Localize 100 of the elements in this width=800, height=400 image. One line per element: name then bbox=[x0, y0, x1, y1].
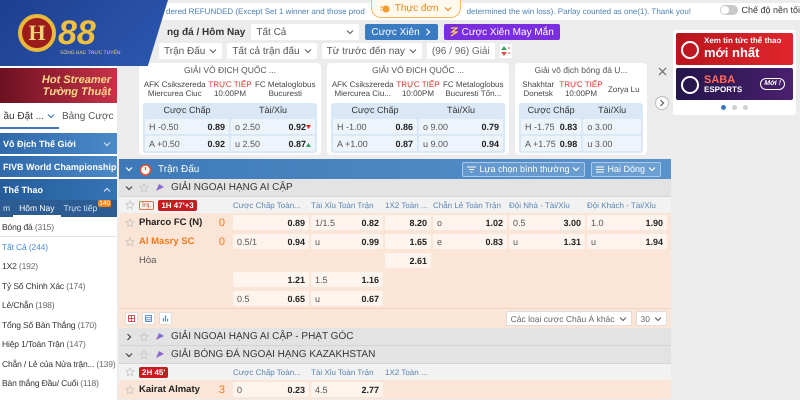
star-icon[interactable] bbox=[125, 367, 135, 377]
section-title: Trận Đấu bbox=[158, 164, 200, 174]
odds-button[interactable]: o 3.00 bbox=[583, 119, 641, 134]
chevron-down-icon bbox=[408, 47, 417, 55]
match-time: 10:00PM bbox=[564, 89, 597, 98]
filter-dropdown[interactable]: Tất cả trận đấu bbox=[227, 43, 317, 59]
odds-button[interactable]: H -0.50 0.89 bbox=[145, 119, 229, 134]
ball-icon bbox=[380, 4, 390, 14]
chevron-down-icon bbox=[444, 4, 452, 12]
parlay-button[interactable]: Cược Xiên bbox=[365, 24, 438, 40]
filter-dropdown[interactable]: Từ trước đến nay bbox=[322, 43, 422, 59]
odds-button[interactable]: u 1.94 bbox=[587, 234, 667, 249]
close-icon[interactable] bbox=[658, 67, 666, 76]
star-icon[interactable] bbox=[125, 236, 135, 246]
section-header[interactable]: Vô Địch Thế Giới bbox=[0, 133, 117, 154]
odds-button[interactable]: 8.20 bbox=[385, 215, 431, 230]
chevron-down-icon bbox=[648, 165, 656, 173]
odds-button[interactable]: o 9.00 0.79 bbox=[419, 119, 503, 134]
period-tab[interactable]: m bbox=[0, 200, 14, 217]
banner-text: ESPORTS bbox=[704, 86, 742, 94]
odds-button[interactable]: 0 0.23 bbox=[233, 382, 309, 397]
section-header[interactable]: FIVB World Championship bbox=[0, 156, 117, 177]
odds-button[interactable]: 1/1.5 0.82 bbox=[311, 215, 383, 230]
odds-button[interactable]: 2.61 bbox=[385, 253, 431, 268]
carousel-dot[interactable] bbox=[721, 105, 726, 110]
league-row[interactable]: GIẢI BÓNG ĐÁ NGOẠI HẠNG KAZAKHSTAN bbox=[119, 346, 671, 364]
section-header[interactable]: Thể Thao bbox=[0, 179, 117, 200]
league-name: GIẢI BÓNG ĐÁ NGOẠI HẠNG KAZAKHSTAN bbox=[171, 349, 376, 360]
star-icon[interactable] bbox=[125, 218, 135, 228]
score: 0 bbox=[218, 236, 225, 248]
logo-icon bbox=[681, 76, 699, 94]
star-icon[interactable] bbox=[139, 332, 149, 342]
odds-button[interactable]: u 2.50 0.87 bbox=[231, 136, 315, 151]
logo-number[interactable]: 88 bbox=[58, 16, 96, 50]
odds-button[interactable]: 0.89 bbox=[233, 215, 309, 230]
chevron-down-icon[interactable] bbox=[125, 184, 133, 192]
odds-button[interactable]: u 3.00 bbox=[583, 136, 641, 151]
star-icon[interactable] bbox=[139, 182, 149, 192]
odds-button[interactable]: 0.5 3.00 bbox=[509, 215, 585, 230]
odds-button[interactable]: 1.65 bbox=[385, 234, 431, 249]
column-header: 1X2 Toàn ... bbox=[385, 368, 429, 376]
next-button[interactable] bbox=[655, 96, 669, 110]
odds-button[interactable]: u 9.00 0.94 bbox=[419, 136, 503, 151]
sort-arrows-icon[interactable] bbox=[500, 44, 512, 58]
odds-button[interactable]: u 0.67 bbox=[311, 291, 383, 306]
odds-button[interactable]: A +1.00 0.87 bbox=[333, 136, 417, 151]
match-card[interactable]: GIẢI VÔ ĐỊCH QUỐC ... AFK Csikszereda Miercurea Ciuc TRỰC TIẾP 10:00PM FC Metaloglobus Bucuresti Cược Chấp Tài/Xỉu H -0.50 0.89 o 2.50 0.92 A +0.50 0.92 u 2.50 0.87 bbox=[139, 63, 321, 155]
column-header: Tài/Xỉu bbox=[446, 105, 476, 117]
odds-button[interactable]: u 0.99 bbox=[311, 234, 383, 249]
league-name: GIẢI NGOẠI HẠNG AI CẬP bbox=[171, 182, 293, 193]
odds-button[interactable]: 1.5 1.16 bbox=[311, 272, 383, 287]
toggle-switch[interactable] bbox=[720, 5, 738, 15]
lucky-parlay-button[interactable]: Cược Xiên May Mắn bbox=[444, 24, 560, 40]
odds-button[interactable]: 0.5 0.65 bbox=[233, 291, 309, 306]
match-card[interactable]: GIẢI VÔ ĐỊCH QUỐC ... AFK Csikszereda Miercurea Ciu... TRỰC TIẾP 10:00PM FC Metaloglobus Bucuresti Tốn... Cược Chấp Tài/Xỉu H -1.00 0.86 o 9.00 0.79 A +1.00 0.87 u 9.00 0.94 bbox=[327, 63, 509, 155]
filter-dropdown[interactable]: Trận Đấu bbox=[159, 43, 222, 59]
chevron-right-icon[interactable] bbox=[125, 332, 133, 340]
odds-button[interactable]: A +1.75 0.98 bbox=[521, 136, 582, 151]
grid-icon[interactable] bbox=[125, 312, 138, 325]
column-header: Cược Chấp bbox=[350, 105, 400, 117]
team-name: Shakhtar Donetsk bbox=[521, 80, 556, 98]
promo-banner[interactable]: Hot Streamer Tường Thuật bbox=[0, 68, 117, 103]
league-row[interactable]: GIẢI NGOẠI HẠNG AI CẬP bbox=[119, 179, 671, 197]
odds-button[interactable]: 0.5/1 0.94 bbox=[233, 234, 309, 249]
chevron-down-icon bbox=[304, 47, 312, 55]
carousel-dot[interactable] bbox=[732, 105, 737, 110]
market-select[interactable]: Các loại cược Châu Á khác bbox=[506, 311, 632, 326]
odds-button[interactable]: H -1.75 0.83 bbox=[521, 119, 582, 134]
chevron-down-icon[interactable] bbox=[125, 350, 133, 358]
list-icon[interactable] bbox=[142, 312, 155, 325]
logo-mark[interactable]: H bbox=[18, 14, 56, 52]
odds-button[interactable]: H -1.00 0.86 bbox=[333, 119, 417, 134]
carousel-dot[interactable] bbox=[743, 105, 748, 110]
odds-button[interactable]: A +0.50 0.92 bbox=[145, 136, 229, 151]
star-icon[interactable] bbox=[139, 350, 149, 360]
dark-mode-toggle[interactable]: Chế độ nền tối bbox=[716, 5, 800, 15]
odds-button[interactable]: 4.5 2.77 bbox=[311, 382, 383, 397]
odds-button[interactable]: e 0.83 bbox=[433, 234, 507, 249]
star-icon[interactable] bbox=[125, 200, 135, 210]
live-status: TRỰC TIẾP bbox=[559, 80, 603, 89]
odds-button[interactable]: 1.21 bbox=[233, 272, 309, 287]
live-status: TRỰC TIẾP bbox=[208, 80, 252, 89]
tab[interactable]: Bảng Cược bbox=[58, 105, 117, 129]
odds-button[interactable]: 1.0 1.90 bbox=[587, 215, 667, 230]
odds-button[interactable]: o 2.50 0.92 bbox=[231, 119, 315, 134]
odds-button[interactable]: o 1.02 bbox=[433, 215, 507, 230]
tab[interactable]: ầu Đặt ... bbox=[0, 105, 58, 129]
bar-chart-icon[interactable] bbox=[159, 312, 172, 325]
chevron-right-icon bbox=[658, 99, 666, 107]
chevron-down-icon bbox=[572, 165, 580, 173]
ad-banner[interactable]: Xem tin tức thể thao mới nhất bbox=[676, 33, 793, 65]
market-select[interactable]: Tất Cả bbox=[251, 24, 360, 40]
banner-title: Hot Streamer bbox=[42, 74, 111, 86]
page-size-select[interactable]: 30 bbox=[636, 311, 667, 326]
star-icon[interactable] bbox=[125, 384, 135, 394]
odds-button[interactable]: u 1.31 bbox=[509, 234, 585, 249]
column-header: Cược Chấp Toàn... bbox=[233, 368, 302, 376]
team-name: Pharco FC (N) bbox=[139, 217, 202, 228]
league-row[interactable]: GIẢI NGOẠI HẠNG AI CẬP - PHẠT GÓC bbox=[119, 328, 671, 346]
team-name: Al Masry SC bbox=[139, 236, 194, 247]
